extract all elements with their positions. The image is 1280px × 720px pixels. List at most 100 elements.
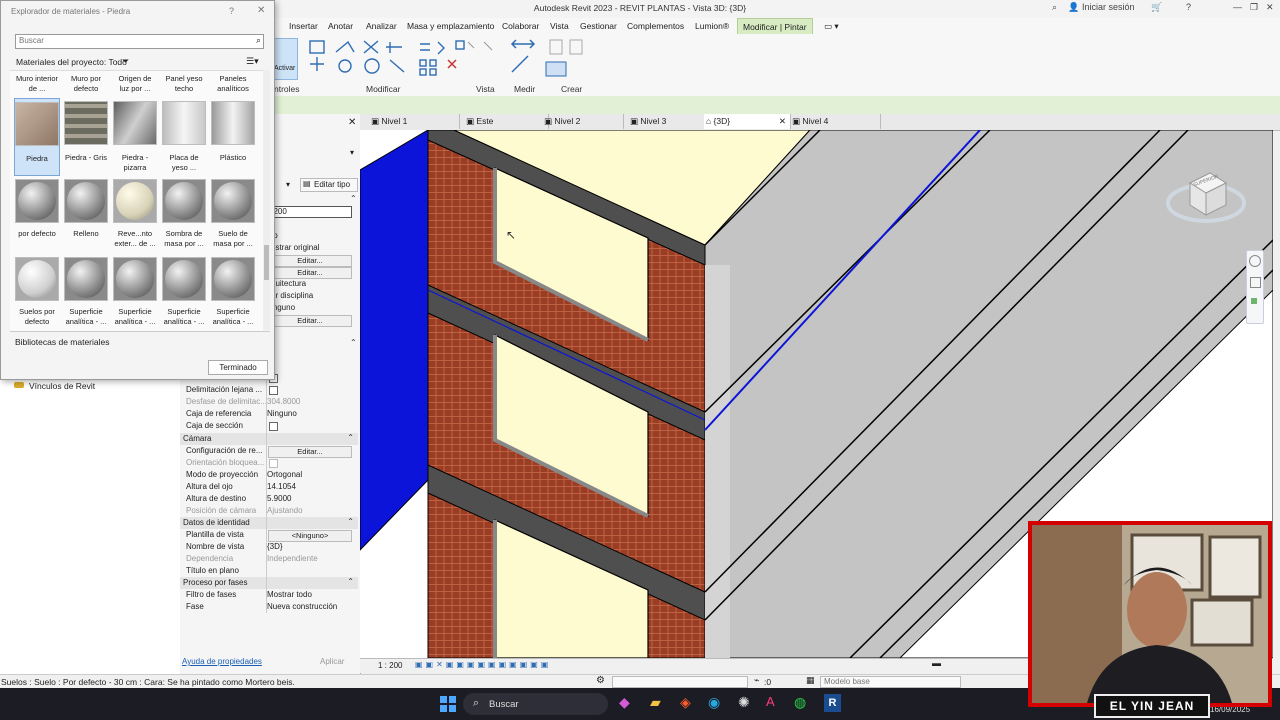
cart-icon[interactable]: 🛒 <box>1151 2 1162 13</box>
phase-filter-value[interactable]: Mostrar todo <box>267 590 353 599</box>
material-search-input[interactable] <box>16 35 247 46</box>
material-tile[interactable]: Suelos por defecto <box>15 257 59 327</box>
material-search-box[interactable]: ⌕ <box>15 34 264 49</box>
signin-link[interactable]: Iniciar sesión <box>1082 2 1135 12</box>
material-tile[interactable]: Muro por defecto <box>64 74 108 94</box>
collapse-graphics-icon[interactable]: ⌃ <box>350 194 357 203</box>
scope-box-value[interactable]: Ninguno <box>267 409 353 418</box>
tab-vista[interactable]: Vista <box>550 21 569 31</box>
material-tile[interactable]: Placa de yeso ... <box>162 101 206 173</box>
filter-icon[interactable]: ⏷ <box>122 56 129 67</box>
group-identity[interactable]: Datos de identidad ⌃ <box>180 517 358 529</box>
color-scheme-value[interactable]: inguno <box>271 303 357 312</box>
dialog-close-icon[interactable]: ✕ <box>257 5 265 16</box>
material-tile[interactable]: Muro interior de ... <box>15 74 59 94</box>
copilot-icon[interactable]: ◆ <box>619 694 630 711</box>
editable-only-icon[interactable]: ⌁ <box>754 675 759 686</box>
close-view-tab-icon[interactable]: ✕ <box>779 114 786 129</box>
worksets-icon[interactable]: ⚙ <box>596 675 605 686</box>
view-tab-nivel-1[interactable]: ▣ Nivel 1 <box>365 114 460 129</box>
material-tile[interactable]: por defecto <box>15 179 59 239</box>
hidden-lines-value[interactable]: or disciplina <box>271 291 357 300</box>
far-clip-checkbox[interactable] <box>269 386 278 395</box>
material-filter-label[interactable]: Materiales del proyecto: Todo <box>16 57 127 67</box>
chatgpt-icon[interactable]: ✺ <box>738 694 750 711</box>
restore-icon[interactable]: ❐ <box>1250 2 1258 13</box>
workset-selector[interactable] <box>612 676 748 688</box>
done-button[interactable]: Terminado <box>208 360 268 375</box>
tab-modificar-pintar[interactable]: Modificar | Pintar <box>737 18 813 35</box>
properties-help-link[interactable]: Ayuda de propiedades <box>182 657 262 666</box>
brave-icon[interactable]: ◈ <box>680 694 691 711</box>
projection-mode-value[interactable]: Ortogonal <box>267 470 353 479</box>
group-phases[interactable]: Proceso por fases ⌃ <box>180 577 358 589</box>
view-bar-handle-icon[interactable]: ▬ <box>932 658 941 668</box>
phase-value[interactable]: Nueva construcción <box>267 602 353 611</box>
revit-links-item[interactable]: Vínculos de Revit <box>29 381 95 391</box>
group-camera[interactable]: Cámara ⌃ <box>180 433 358 445</box>
edit-type-button[interactable]: ▤ Editar tipo <box>300 178 358 192</box>
eye-elevation-value[interactable]: 14.1054 <box>267 482 353 491</box>
material-grid-scrollbar[interactable] <box>263 70 270 330</box>
material-tile[interactable]: Superficie analítica - ... <box>64 257 108 327</box>
material-tile[interactable]: Panel yeso techo <box>162 74 206 94</box>
view-tab-este[interactable]: ▣ Este <box>460 114 549 129</box>
tab-anotar[interactable]: Anotar <box>328 21 353 31</box>
view-control-icons[interactable]: ▣▣✕▣▣▣▣▣▣▣▣▣▣ <box>415 660 551 669</box>
search-icon[interactable]: ⌕ <box>256 35 261 46</box>
activate-button[interactable]: Activar <box>272 38 298 80</box>
material-tile[interactable]: Plástico <box>211 101 255 163</box>
help-icon[interactable]: ? <box>1186 2 1191 12</box>
zoom-icon[interactable] <box>1250 277 1261 288</box>
view-tab-nivel-2[interactable]: ▣ Nivel 2 <box>538 114 624 129</box>
revit-taskbar-icon[interactable]: R <box>824 694 841 712</box>
help-search-icon[interactable]: ⌕ <box>1052 2 1057 13</box>
material-tile[interactable]: Piedra - pizarra <box>113 101 157 173</box>
user-icon[interactable]: 👤 <box>1068 2 1079 13</box>
instance-dropdown-icon[interactable]: ▾ <box>286 180 290 189</box>
material-tile[interactable]: Suelo de masa por ... <box>211 179 255 249</box>
material-tile[interactable]: Superficie analítica - ... <box>113 257 157 327</box>
view-scale-field[interactable]: : 200 <box>268 206 352 218</box>
tab-masa[interactable]: Masa y emplazamiento <box>407 21 494 31</box>
material-libraries-toggle[interactable]: Bibliotecas de materiales <box>15 337 110 347</box>
whatsapp-icon[interactable]: ◍ <box>794 694 806 711</box>
view-tab-nivel-4[interactable]: ▣ Nivel 4 <box>790 114 881 129</box>
material-tile[interactable]: Superficie analítica - ... <box>211 257 255 327</box>
material-tile[interactable]: Relleno <box>64 179 108 239</box>
detail-level-value[interactable]: to <box>271 231 357 240</box>
file-explorer-icon[interactable]: ▰ <box>650 694 661 711</box>
edge-icon[interactable]: ◉ <box>708 694 720 711</box>
viewcube[interactable]: SUPERIOR <box>1166 165 1246 225</box>
list-view-icon[interactable]: ☰▾ <box>246 56 259 67</box>
tab-insertar[interactable]: Insertar <box>289 21 318 31</box>
windows-start-icon[interactable] <box>440 696 456 712</box>
properties-close-icon[interactable]: ✕ <box>348 117 356 128</box>
tab-colaborar[interactable]: Colaborar <box>502 21 539 31</box>
app-a-icon[interactable]: A <box>766 694 775 709</box>
tab-gestionar[interactable]: Gestionar <box>580 21 617 31</box>
target-elevation-value[interactable]: 5.9000 <box>267 494 353 503</box>
material-tile[interactable]: Piedra - Gris <box>64 101 108 163</box>
view-tab-nivel-3[interactable]: ▣ Nivel 3 <box>624 114 705 129</box>
material-tile[interactable]: Origen de luz por ... <box>113 74 157 94</box>
sun-path-edit-button[interactable]: Editar... <box>268 315 352 327</box>
tab-complementos[interactable]: Complementos <box>627 21 684 31</box>
minimize-icon[interactable]: — <box>1233 2 1242 12</box>
material-tile-piedra-selected[interactable]: Piedra <box>14 98 60 176</box>
view-tab-3d[interactable]: ⌂ {3D} ✕ <box>704 114 791 129</box>
type-selector-arrow-icon[interactable]: ▾ <box>350 148 354 157</box>
taskbar-search[interactable]: ⌕ Buscar <box>463 693 608 715</box>
dialog-help-icon[interactable]: ? <box>229 6 234 16</box>
scrollbar-thumb[interactable] <box>264 245 269 280</box>
parts-visibility-value[interactable]: ostrar original <box>271 243 357 252</box>
tab-extra-icon[interactable]: ▭ ▾ <box>824 21 839 32</box>
orbit-icon[interactable] <box>1251 298 1257 304</box>
collapse-extents-icon[interactable]: ⌃ <box>350 338 357 347</box>
material-tile[interactable]: Sombra de masa por ... <box>162 179 206 249</box>
tab-lumion[interactable]: Lumion® <box>695 21 729 31</box>
tab-analizar[interactable]: Analizar <box>366 21 397 31</box>
material-tile[interactable]: Superficie analítica - ... <box>162 257 206 327</box>
apply-button[interactable]: Aplicar <box>320 657 344 666</box>
design-option-select[interactable]: Modelo base <box>820 676 961 688</box>
